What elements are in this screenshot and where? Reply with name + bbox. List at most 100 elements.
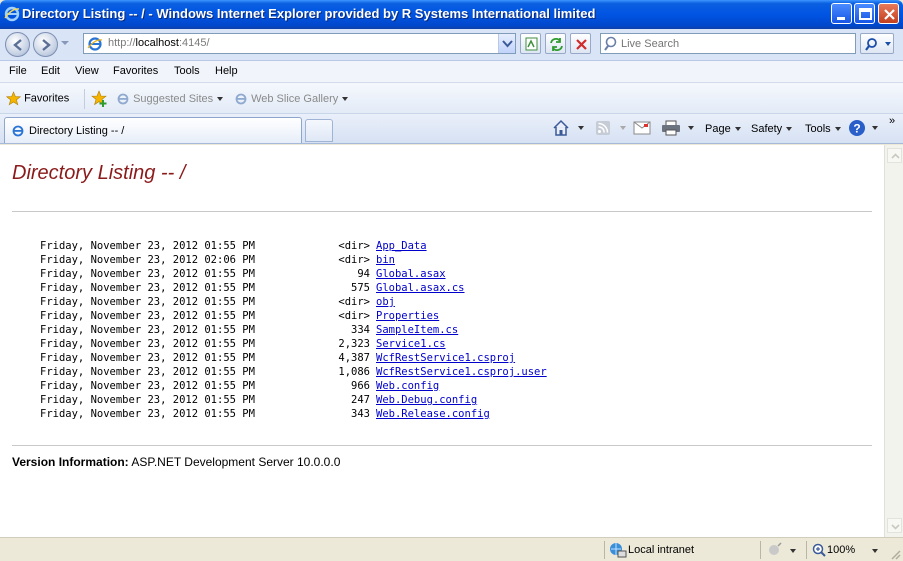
entry-link[interactable]: SampleItem.cs bbox=[376, 323, 458, 337]
compatibility-icon bbox=[525, 37, 538, 51]
entry-size: 1,086 bbox=[338, 366, 370, 378]
add-to-favorites-icon[interactable] bbox=[91, 90, 109, 108]
entry-link[interactable]: Global.asax.cs bbox=[376, 281, 465, 295]
web-slice-ie-icon bbox=[235, 93, 247, 105]
address-url[interactable]: http://localhost:4145/ bbox=[108, 37, 210, 49]
protected-mode-icon[interactable] bbox=[767, 542, 783, 558]
entry-link[interactable]: Properties bbox=[376, 309, 439, 323]
help-dropdown-icon[interactable] bbox=[872, 126, 878, 130]
entry-date: Friday, November 23, 2012 01:55 PM bbox=[40, 366, 255, 378]
new-tab-button[interactable] bbox=[305, 119, 333, 142]
entry-link[interactable]: Global.asax bbox=[376, 267, 446, 281]
search-icon bbox=[604, 36, 617, 51]
star-icon bbox=[5, 91, 22, 106]
tab-ie-icon bbox=[12, 125, 24, 137]
entry-date: Friday, November 23, 2012 02:06 PM bbox=[40, 254, 255, 266]
protected-mode-dropdown-icon[interactable] bbox=[790, 549, 796, 553]
entry-size: 4,387 bbox=[338, 352, 370, 364]
entry-link[interactable]: obj bbox=[376, 295, 395, 309]
entry-date: Friday, November 23, 2012 01:55 PM bbox=[40, 240, 255, 252]
page-menu-button[interactable]: Page bbox=[705, 123, 741, 135]
minimize-button[interactable] bbox=[831, 3, 852, 24]
resize-grip-icon[interactable] bbox=[889, 548, 901, 560]
favorites-bar: Favorites Suggested Sites Web Slice Gall… bbox=[0, 83, 903, 114]
address-toolbar: http://localhost:4145/ bbox=[0, 29, 903, 61]
search-go-button[interactable] bbox=[860, 33, 894, 54]
menu-view[interactable]: View bbox=[75, 65, 99, 77]
compatibility-view-button[interactable] bbox=[520, 33, 541, 54]
web-slice-gallery-button[interactable]: Web Slice Gallery bbox=[234, 92, 349, 106]
entry-link[interactable]: Web.Debug.config bbox=[376, 393, 477, 407]
menu-edit[interactable]: Edit bbox=[41, 65, 60, 77]
search-field[interactable] bbox=[600, 33, 856, 54]
recent-pages-dropdown[interactable] bbox=[61, 41, 69, 45]
entry-size: <dir> bbox=[338, 310, 370, 322]
home-icon[interactable] bbox=[552, 119, 570, 137]
entry-date: Friday, November 23, 2012 01:55 PM bbox=[40, 268, 255, 280]
scroll-up-button[interactable] bbox=[887, 148, 902, 163]
entry-link[interactable]: Web.Release.config bbox=[376, 407, 490, 421]
print-dropdown-icon[interactable] bbox=[688, 126, 694, 130]
tab-bar: Directory Listing -- / Page Safety Tools… bbox=[0, 114, 903, 144]
zoom-level[interactable]: 100% bbox=[827, 544, 855, 556]
entry-size: 334 bbox=[351, 324, 370, 336]
favorites-button[interactable]: Favorites bbox=[5, 91, 70, 106]
favorites-label: Favorites bbox=[24, 92, 70, 105]
print-icon[interactable] bbox=[661, 120, 681, 136]
status-divider bbox=[760, 541, 761, 559]
entry-link[interactable]: Service1.cs bbox=[376, 337, 446, 351]
feeds-dropdown-icon[interactable] bbox=[620, 126, 626, 130]
back-button[interactable] bbox=[5, 32, 30, 57]
search-input[interactable] bbox=[621, 36, 851, 51]
entry-link[interactable]: WcfRestService1.csproj bbox=[376, 351, 515, 365]
safety-menu-label: Safety bbox=[751, 123, 783, 135]
entry-size: 247 bbox=[351, 394, 370, 406]
zoom-dropdown-icon[interactable] bbox=[872, 549, 878, 553]
toolbar-overflow-icon[interactable]: » bbox=[889, 115, 895, 127]
chevron-down-icon bbox=[891, 524, 900, 530]
version-info: Version Information: ASP.NET Development… bbox=[12, 455, 340, 469]
menu-help[interactable]: Help bbox=[215, 65, 238, 77]
stop-button[interactable] bbox=[570, 33, 591, 54]
menu-file[interactable]: File bbox=[9, 65, 27, 77]
close-button[interactable] bbox=[878, 3, 899, 24]
suggested-sites-button[interactable]: Suggested Sites bbox=[116, 92, 224, 106]
maximize-button[interactable] bbox=[854, 3, 875, 24]
entry-link[interactable]: App_Data bbox=[376, 239, 427, 253]
page-title: Directory Listing -- / bbox=[12, 162, 186, 184]
back-arrow-icon bbox=[13, 39, 22, 51]
entry-date: Friday, November 23, 2012 01:55 PM bbox=[40, 352, 255, 364]
feeds-icon[interactable] bbox=[595, 120, 611, 136]
menu-favorites[interactable]: Favorites bbox=[113, 65, 158, 77]
tools-menu-label: Tools bbox=[805, 123, 831, 135]
tab-directory-listing[interactable]: Directory Listing -- / bbox=[4, 117, 302, 143]
version-value: ASP.NET Development Server 10.0.0.0 bbox=[131, 455, 341, 469]
scroll-down-button[interactable] bbox=[887, 518, 902, 533]
window-title: Directory Listing -- / - Windows Interne… bbox=[22, 6, 596, 21]
entry-date: Friday, November 23, 2012 01:55 PM bbox=[40, 282, 255, 294]
ie-logo-icon bbox=[4, 6, 20, 22]
page-ie-icon bbox=[87, 37, 103, 51]
menu-bar: File Edit View Favorites Tools Help bbox=[0, 61, 903, 83]
entry-link[interactable]: bin bbox=[376, 253, 395, 267]
forward-arrow-icon bbox=[42, 39, 51, 51]
menu-tools[interactable]: Tools bbox=[174, 65, 200, 77]
entry-link[interactable]: Web.config bbox=[376, 379, 439, 393]
safety-menu-button[interactable]: Safety bbox=[751, 123, 793, 135]
forward-button[interactable] bbox=[33, 32, 58, 57]
entry-size: <dir> bbox=[338, 296, 370, 308]
entry-link[interactable]: WcfRestService1.csproj.user bbox=[376, 365, 547, 379]
refresh-button[interactable] bbox=[545, 33, 566, 54]
read-mail-icon[interactable] bbox=[633, 121, 651, 135]
security-zone-label[interactable]: Local intranet bbox=[628, 544, 694, 556]
entry-date: Friday, November 23, 2012 01:55 PM bbox=[40, 296, 255, 308]
address-bar[interactable]: http://localhost:4145/ bbox=[83, 33, 516, 54]
entry-size: <dir> bbox=[338, 240, 370, 252]
chevron-down-icon bbox=[217, 97, 224, 101]
entry-date: Friday, November 23, 2012 01:55 PM bbox=[40, 324, 255, 336]
address-dropdown-button[interactable] bbox=[498, 34, 515, 53]
home-dropdown-icon[interactable] bbox=[578, 126, 584, 130]
help-icon[interactable]: ? bbox=[848, 119, 866, 137]
vertical-scrollbar[interactable] bbox=[884, 145, 903, 537]
tools-menu-button[interactable]: Tools bbox=[805, 123, 841, 135]
